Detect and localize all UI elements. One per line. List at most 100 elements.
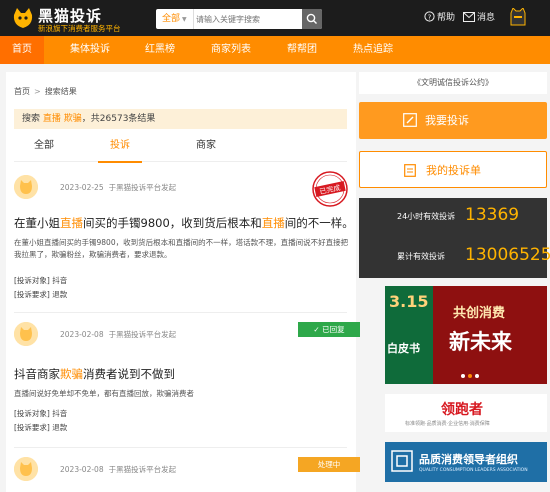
top-bar: 黑猫投诉 新浪旗下消费者服务平台 全部▼ ? 帮助 消息: [0, 0, 550, 36]
breadcrumb-current: 搜索结果: [44, 87, 77, 96]
complain-button-label: 我要投诉: [425, 114, 469, 127]
ad-text: 3.15: [389, 292, 429, 311]
title-keyword: 欺骗: [60, 367, 83, 381]
result-tabs: 全部 投诉 商家: [14, 135, 347, 163]
title-text: 间买的手镯9800，收到货后根本和: [83, 216, 262, 230]
nav-hot-tracking[interactable]: 热点追踪: [344, 36, 402, 64]
ad-text: 新未来: [449, 330, 512, 354]
svg-text:?: ?: [428, 13, 432, 21]
complaint-meta: 2023-02-08 于黑猫投诉平台发起: [60, 464, 176, 475]
complaint-meta: 2023-02-25 于黑猫投诉平台发起: [60, 182, 176, 193]
help-icon: ?: [424, 11, 435, 22]
complaint-title[interactable]: 抖音商家欺骗消费者说到不做到: [14, 366, 175, 382]
result-prefix: 搜索: [22, 114, 41, 124]
logo-subtitle: 新浪旗下消费者服务平台: [38, 24, 121, 33]
complaint-date: 2023-02-08: [60, 330, 104, 339]
complaint-date: 2023-02-25: [60, 183, 104, 192]
user-avatar-icon: [14, 175, 38, 199]
complaint-source: 于黑猫投诉平台发起: [108, 465, 177, 474]
status-badge: ✓ 已回复: [298, 322, 360, 337]
title-text: 间的不一样。: [284, 216, 354, 230]
clipboard-icon: [404, 164, 416, 177]
complaint-target: [投诉对象] 抖音: [14, 275, 67, 286]
nav-merchant-list[interactable]: 商家列表: [202, 36, 260, 64]
ad-subtext: 标准领跑·品质消费·企业信用·消费保障: [405, 421, 490, 427]
complaint-description: 直播间说好免单却不免单，都有直播回放，欺骗消费者: [14, 389, 194, 398]
ad-text: 品质消费领导者组织: [419, 453, 518, 466]
complaint-date: 2023-02-08: [60, 465, 104, 474]
help-label: 帮助: [437, 13, 456, 23]
ad-text: 白皮书: [387, 342, 420, 355]
search-box: 全部 ▼: [156, 9, 322, 29]
demand-label: [投诉要求]: [14, 290, 50, 299]
tab-all[interactable]: 全部: [14, 135, 74, 162]
tab-complaints[interactable]: 投诉: [90, 135, 150, 163]
demand-value: 退款: [52, 423, 68, 432]
complaint-demand: [投诉要求] 退款: [14, 422, 67, 433]
complaint-title[interactable]: 在董小姐直播间买的手镯9800，收到货后根本和直播间的不一样。: [14, 215, 354, 231]
demand-value: 退款: [52, 290, 68, 299]
mail-icon: [463, 12, 475, 22]
stat-24h: 24小时有效投诉 13369: [359, 198, 547, 238]
result-summary: 搜索 直播 欺骗，共26573条结果: [14, 109, 347, 129]
logo[interactable]: 黑猫投诉 新浪旗下消费者服务平台: [12, 4, 152, 33]
title-text: 消费者说到不做到: [83, 367, 175, 381]
pledge-link[interactable]: 《文明诚信投诉公约》: [359, 72, 547, 94]
ad-banner-leader[interactable]: 领跑者 标准领跑·品质消费·企业信用·消费保障: [385, 394, 547, 432]
target-value: 抖音: [52, 409, 68, 418]
complain-button[interactable]: 我要投诉: [359, 102, 547, 139]
stat-label: 24小时有效投诉: [397, 212, 456, 221]
breadcrumb-separator: >: [34, 87, 41, 96]
title-keyword: 直播: [60, 216, 83, 230]
search-scope-select[interactable]: 全部 ▼: [156, 9, 194, 29]
check-icon: ✓: [313, 325, 320, 334]
nav-collective-complaints[interactable]: 集体投诉: [62, 36, 118, 64]
search-results-panel: 首页 > 搜索结果 搜索 直播 欺骗，共26573条结果 全部 投诉 商家 2023…: [6, 72, 360, 492]
divider: [14, 447, 347, 448]
carousel-dot[interactable]: [461, 374, 465, 378]
stat-value: 13006525: [465, 245, 550, 265]
search-icon: [306, 13, 317, 24]
target-value: 抖音: [52, 276, 68, 285]
user-avatar-icon: [14, 322, 38, 346]
title-text: 抖音商家: [14, 367, 60, 381]
carousel-dot[interactable]: [475, 374, 479, 378]
nav-red-black-list[interactable]: 红黑榜: [136, 36, 184, 64]
title-text: 在董小姐: [14, 216, 60, 230]
carousel-dots[interactable]: [461, 374, 479, 378]
target-label: [投诉对象]: [14, 409, 50, 418]
search-input[interactable]: [196, 11, 296, 27]
nav-home[interactable]: 首页: [0, 36, 44, 64]
breadcrumb-home[interactable]: 首页: [14, 87, 30, 96]
target-label: [投诉对象]: [14, 276, 50, 285]
result-count: ，共26573条结果: [81, 114, 156, 124]
user-avatar-icon[interactable]: [510, 8, 526, 26]
building-icon: [391, 450, 413, 472]
complaint-card[interactable]: 2023-02-25 于黑猫投诉平台发起 已完成 在董小姐直播间买的手镯9800，…: [14, 171, 354, 305]
result-keyword: 直播: [42, 114, 61, 124]
complaint-card[interactable]: 2023-02-08 于黑猫投诉平台发起 ✓ 已回复 抖音商家欺骗消费者说到不做到…: [14, 322, 360, 442]
breadcrumb: 首页 > 搜索结果: [14, 86, 77, 97]
my-complaints-label: 我的投诉单: [426, 164, 481, 177]
carousel-dot[interactable]: [468, 374, 472, 378]
complaint-card[interactable]: 2023-02-08 于黑猫投诉平台发起 处理中: [14, 457, 360, 487]
edit-icon: [403, 113, 417, 127]
help-link[interactable]: ? 帮助: [424, 11, 455, 25]
result-keyword: 欺骗: [63, 114, 82, 124]
my-complaints-button[interactable]: 我的投诉单: [359, 151, 547, 188]
tab-merchants[interactable]: 商家: [176, 135, 236, 162]
ad-text: 领跑者: [441, 402, 483, 418]
cat-logo-icon: [13, 8, 33, 28]
complaint-source: 于黑猫投诉平台发起: [108, 330, 177, 339]
stat-value: 13369: [465, 205, 520, 225]
search-button[interactable]: [302, 9, 322, 29]
message-link[interactable]: 消息: [463, 11, 495, 25]
complaint-demand: [投诉要求] 退款: [14, 289, 67, 300]
ad-banner-315[interactable]: 3.15 白皮书 共创消费 新未来: [385, 286, 547, 384]
nav-help-group[interactable]: 帮帮团: [278, 36, 326, 64]
complaint-meta: 2023-02-08 于黑猫投诉平台发起: [60, 329, 176, 340]
complaint-source: 于黑猫投诉平台发起: [108, 183, 177, 192]
ad-banner-quality[interactable]: 品质消费领导者组织 QUALITY CONSUMPTION LEADERS AS…: [385, 442, 547, 482]
user-avatar-icon: [14, 457, 38, 481]
main-nav: 首页 集体投诉 红黑榜 商家列表 帮帮团 热点追踪: [0, 36, 550, 64]
